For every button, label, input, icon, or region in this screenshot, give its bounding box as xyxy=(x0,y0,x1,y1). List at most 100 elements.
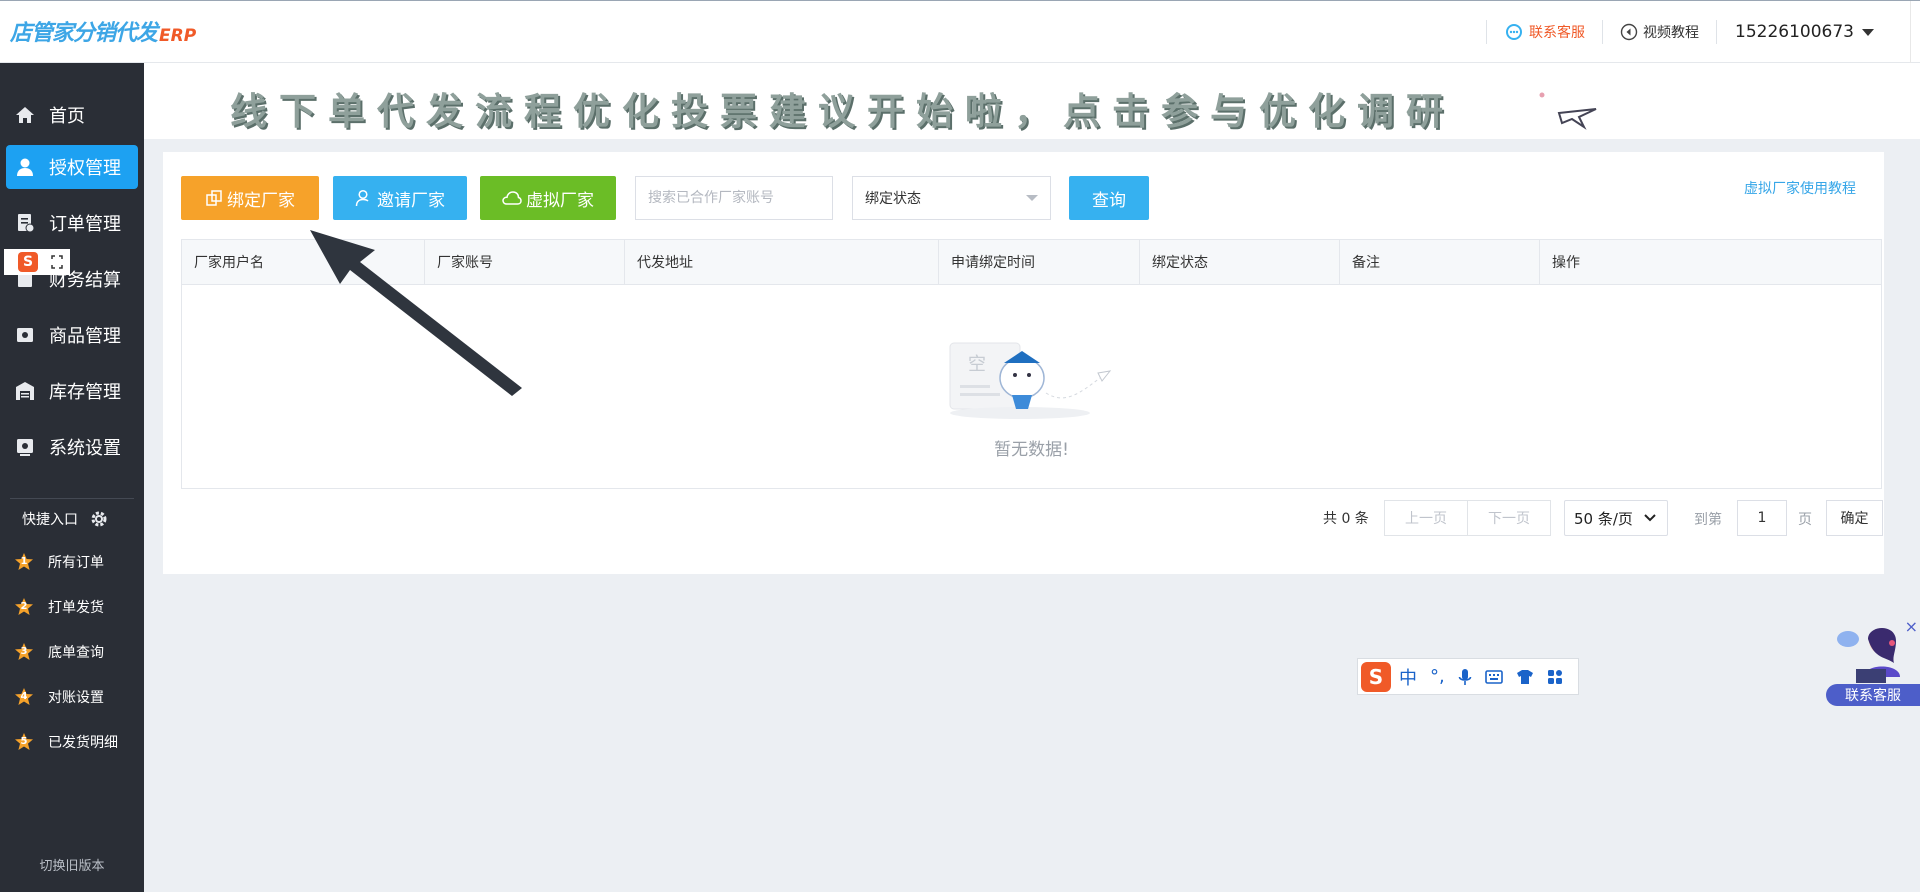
empty-text: 暂无数据! xyxy=(994,440,1069,460)
app-logo[interactable]: 店管家分销代发 ERP xyxy=(10,19,196,47)
goto-label: 到第 xyxy=(1694,512,1722,528)
column-header: 备注 xyxy=(1340,240,1540,284)
scrollbar[interactable] xyxy=(1910,1,1920,63)
ime-toolbar[interactable]: S 中 °, xyxy=(1357,658,1579,695)
empty-glyph: 空 xyxy=(968,354,986,375)
chevron-down-icon xyxy=(1026,195,1038,201)
ime-logo-icon: S xyxy=(1361,661,1391,692)
quick-item-label: 对账设置 xyxy=(48,690,104,706)
copy-link-icon xyxy=(206,190,222,206)
quick-item-label: 已发货明细 xyxy=(48,735,118,751)
sidebar-item-label: 订单管理 xyxy=(49,214,121,235)
sidebar-item-label: 首页 xyxy=(49,106,85,127)
query-button[interactable]: 查询 xyxy=(1069,176,1149,220)
warehouse-icon xyxy=(15,381,35,401)
page-unit-label: 页 xyxy=(1798,512,1812,528)
quick-item-reconcile-settings[interactable]: 4 对账设置 xyxy=(14,687,104,707)
header-divider xyxy=(1602,20,1604,44)
home-icon xyxy=(15,105,35,125)
star-badge-icon: 2 xyxy=(14,597,34,617)
sidebar-item-label: 授权管理 xyxy=(49,158,121,179)
star-badge-icon: 4 xyxy=(14,687,34,707)
promo-banner[interactable]: 线下单代发流程优化投票建议开始啦，点击参与优化调研 xyxy=(144,63,1920,139)
product-icon xyxy=(15,325,35,345)
sidebar-item-orders[interactable]: 订单管理 xyxy=(6,201,138,245)
ime-mini-toolbar[interactable]: S xyxy=(4,249,70,275)
order-icon xyxy=(15,213,35,233)
virtual-manufacturer-button[interactable]: 虚拟厂家 xyxy=(480,176,616,220)
quick-item-receipt-query[interactable]: 3 底单查询 xyxy=(14,642,104,662)
service-agent-icon xyxy=(1837,628,1900,683)
settings-icon xyxy=(15,437,35,457)
annotation-arrow-icon xyxy=(310,230,522,396)
invite-manufacturer-label: 邀请厂家 xyxy=(377,190,445,211)
banner-text: 线下单代发流程优化投票建议开始啦，点击参与优化调研 xyxy=(230,90,1455,133)
video-tutorial-label: 视频教程 xyxy=(1643,25,1700,41)
goto-page-input[interactable] xyxy=(1737,500,1787,536)
header-divider xyxy=(1716,20,1718,44)
sidebar-item-authorization[interactable]: 授权管理 xyxy=(6,145,138,189)
quick-item-all-orders[interactable]: 1 所有订单 xyxy=(14,552,104,572)
header-divider xyxy=(1486,20,1488,44)
sidebar-item-label: 系统设置 xyxy=(49,438,121,459)
sidebar-item-settings[interactable]: 系统设置 xyxy=(6,425,138,469)
quick-item-label: 打单发货 xyxy=(48,600,104,616)
user-add-icon xyxy=(355,189,369,207)
bind-status-value: 绑定状态 xyxy=(865,191,921,207)
star-badge-icon: 3 xyxy=(14,642,34,662)
page-size-select[interactable]: 50 条/页 xyxy=(1564,500,1668,536)
manufacturer-search-input[interactable] xyxy=(635,176,833,220)
sidebar-item-label: 库存管理 xyxy=(49,382,121,403)
contact-service-label: 联系客服 xyxy=(1529,25,1586,41)
invite-manufacturer-button[interactable]: 邀请厂家 xyxy=(333,176,467,220)
quick-item-label: 底单查询 xyxy=(48,645,104,661)
bind-manufacturer-button[interactable]: 绑定厂家 xyxy=(181,176,319,220)
prev-page-button[interactable]: 上一页 xyxy=(1384,500,1468,536)
sidebar-item-home[interactable]: 首页 xyxy=(6,93,138,137)
chevron-down-icon xyxy=(1644,514,1656,522)
goto-confirm-button[interactable]: 确定 xyxy=(1826,500,1883,536)
virtual-manufacturer-label: 虚拟厂家 xyxy=(526,190,594,211)
next-page-button[interactable]: 下一页 xyxy=(1467,500,1551,536)
pagination-total: 共 0 条 xyxy=(1323,511,1369,527)
gear-icon[interactable] xyxy=(90,510,108,528)
cloud-icon xyxy=(502,191,522,205)
empty-mascot-icon: 空 xyxy=(949,342,1112,419)
switch-old-version-link[interactable]: 切换旧版本 xyxy=(0,855,144,874)
sidebar-item-label: 商品管理 xyxy=(49,326,121,347)
user-icon xyxy=(15,157,35,177)
page-size-value: 50 条/页 xyxy=(1574,509,1633,528)
logo-sub-text: ERP xyxy=(159,26,197,46)
user-phone: 15226100673 xyxy=(1735,22,1854,42)
quick-item-shipped-details[interactable]: 5 已发货明细 xyxy=(14,732,118,752)
ime-mode-toggle[interactable]: 中 xyxy=(1399,664,1417,690)
keyboard-icon[interactable] xyxy=(1484,669,1503,684)
contact-service-link[interactable]: 联系客服 xyxy=(1504,22,1585,42)
sidebar-divider xyxy=(10,498,134,499)
sidebar-item-warehouse[interactable]: 库存管理 xyxy=(6,369,138,413)
video-tutorial-link[interactable]: 视频教程 xyxy=(1620,22,1699,42)
ime-punctuation-toggle[interactable]: °, xyxy=(1430,666,1445,687)
chevron-down-icon xyxy=(1862,28,1874,36)
expand-icon[interactable] xyxy=(50,254,64,270)
virtual-manufacturer-tutorial-link[interactable]: 虚拟厂家使用教程 xyxy=(1744,178,1856,198)
skin-shirt-icon[interactable] xyxy=(1516,669,1534,685)
quick-entry-title: 快捷入口 xyxy=(22,509,108,529)
top-header: 店管家分销代发 ERP 联系客服 视频教程 15226100673 xyxy=(0,0,1920,63)
microphone-icon[interactable] xyxy=(1458,668,1472,686)
column-header: 绑定状态 xyxy=(1140,240,1340,284)
headset-icon xyxy=(1506,24,1523,40)
quick-entry-label: 快捷入口 xyxy=(22,512,78,528)
quick-item-label: 所有订单 xyxy=(48,555,104,571)
ime-logo-icon: S xyxy=(18,252,38,272)
bind-status-select[interactable]: 绑定状态 xyxy=(852,176,1051,220)
close-icon[interactable]: × xyxy=(1905,617,1918,636)
sidebar-item-products[interactable]: 商品管理 xyxy=(6,313,138,357)
user-menu[interactable]: 15226100673 xyxy=(1735,22,1874,42)
floating-customer-service[interactable]: × 联系客服 xyxy=(1826,617,1920,707)
quick-item-print-ship[interactable]: 2 打单发货 xyxy=(14,597,104,617)
column-header: 代发地址 xyxy=(625,240,939,284)
column-header: 申请绑定时间 xyxy=(939,240,1140,284)
toolbox-grid-icon[interactable] xyxy=(1547,669,1563,685)
floating-service-label: 联系客服 xyxy=(1826,684,1920,706)
